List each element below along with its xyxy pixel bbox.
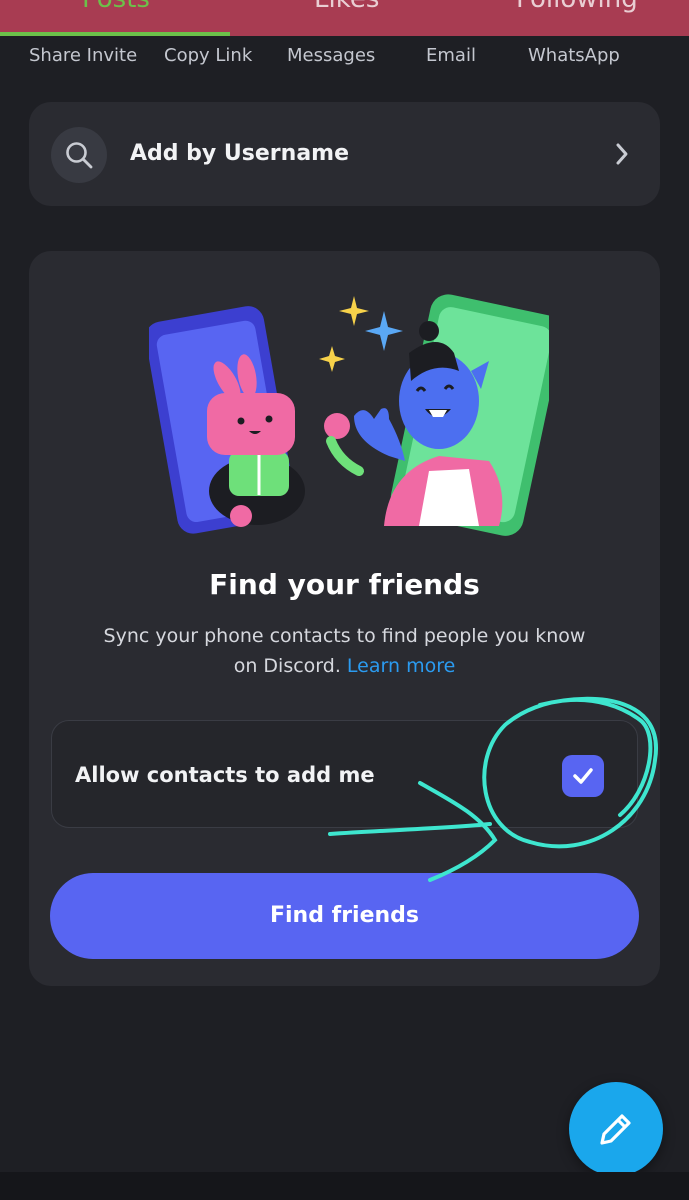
share-invite-option[interactable]: Share Invite <box>29 45 137 66</box>
messages-option[interactable]: Messages <box>287 45 375 66</box>
email-option[interactable]: Email <box>426 45 476 66</box>
add-by-username-card[interactable]: Add by Username <box>29 102 660 206</box>
compose-button[interactable] <box>569 1082 663 1176</box>
checkmark-icon <box>573 768 593 784</box>
chevron-right-icon <box>616 143 628 165</box>
search-icon <box>66 142 93 169</box>
learn-more-link[interactable]: Learn more <box>347 655 455 677</box>
find-friends-button[interactable]: Find friends <box>50 873 639 959</box>
allow-contacts-checkbox[interactable] <box>562 755 604 797</box>
find-friends-card: Find your friends Sync your phone contac… <box>29 251 660 986</box>
add-by-username-label: Add by Username <box>130 141 350 166</box>
tab-posts[interactable]: Posts <box>82 0 150 14</box>
friends-illustration <box>149 294 549 536</box>
tab-likes[interactable]: Likes <box>314 0 379 14</box>
search-icon-container <box>51 127 107 183</box>
allow-contacts-label: Allow contacts to add me <box>75 763 375 787</box>
profile-tab-bar: Posts Likes Following <box>0 0 689 36</box>
copy-link-option[interactable]: Copy Link <box>164 45 252 66</box>
find-friends-title: Find your friends <box>209 568 480 601</box>
find-friends-description: Sync your phone contacts to find people … <box>89 621 600 681</box>
tab-following[interactable]: Following <box>516 0 638 14</box>
pencil-icon <box>600 1114 631 1145</box>
whatsapp-option[interactable]: WhatsApp <box>528 45 620 66</box>
share-options-row: Share Invite Copy Link Messages Email Wh… <box>0 36 689 82</box>
description-text: Sync your phone contacts to find people … <box>103 625 586 677</box>
allow-contacts-row[interactable]: Allow contacts to add me <box>51 720 638 828</box>
bottom-navigation-edge <box>0 1172 689 1200</box>
